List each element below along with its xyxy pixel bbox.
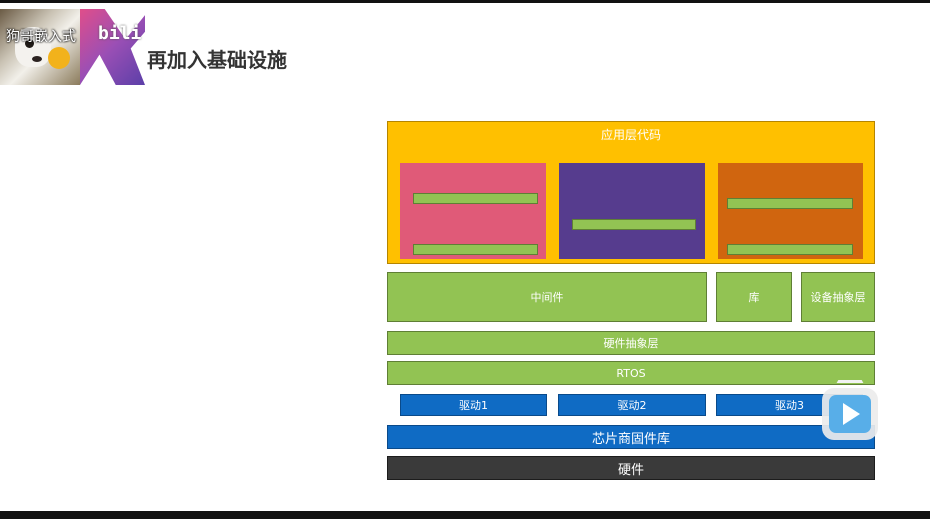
driver-block-1: 驱动1 [400,394,547,416]
hardware-block: 硬件 [387,456,875,480]
k-logo-shape [80,9,145,85]
bilibili-watermark: bili [98,23,142,44]
library-block: 库 [716,272,792,322]
logo-text: 狗哥嵌入式 [6,29,76,45]
app-layer-label: 应用层代码 [600,128,661,142]
module-bar [413,193,538,204]
device-abstraction-block: 设备抽象层 [801,272,875,322]
driver-block-2: 驱动2 [558,394,706,416]
rtos-label: RTOS [616,366,646,380]
device-abstraction-label: 设备抽象层 [810,291,866,304]
middleware-block: 中间件 [387,272,707,322]
module-bar [413,244,538,255]
app-module-purple [559,163,705,259]
hardware-label: 硬件 [617,462,644,478]
hal-label: 硬件抽象层 [603,337,659,350]
rtos-block: RTOS [387,361,875,385]
page-title: 再加入基础设施 [147,48,287,72]
library-label: 库 [748,291,760,304]
vendor-firmware-block: 芯片商固件库 [387,425,875,449]
bottom-border [0,511,930,519]
bilibili-play-icon[interactable] [822,380,878,442]
module-bar [572,219,696,230]
channel-logo: 狗哥嵌入式 bili [0,9,145,85]
driver-label-2: 驱动2 [617,399,647,412]
hal-block: 硬件抽象层 [387,331,875,355]
driver-label-3: 驱动3 [775,399,804,412]
module-bar [727,198,853,209]
play-triangle-icon [843,403,860,425]
driver-label-1: 驱动1 [459,399,488,412]
middleware-label: 中间件 [530,291,564,304]
vendor-firmware-label: 芯片商固件库 [591,431,670,447]
top-border [0,0,930,3]
module-bar [727,244,853,255]
